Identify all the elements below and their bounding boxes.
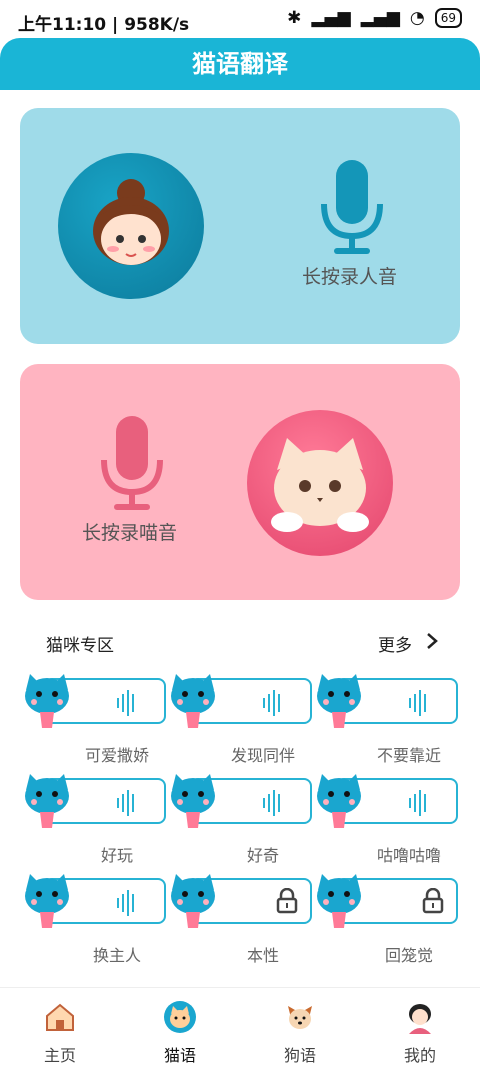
audio-wave-icon xyxy=(409,790,426,816)
cat-face-icon xyxy=(25,874,69,928)
audio-wave-icon xyxy=(263,790,280,816)
page-header: 猫语翻译 xyxy=(0,38,480,90)
more-link[interactable]: 更多 xyxy=(378,631,412,656)
audio-wave-icon xyxy=(117,790,134,816)
sound-tile[interactable]: 好奇 xyxy=(168,772,314,868)
sound-tile-locked[interactable]: 回笼觉 xyxy=(314,872,460,968)
section-title: 猫咪专区 xyxy=(46,636,114,656)
tab-label: 我的 xyxy=(403,1046,436,1065)
battery-level: 69 xyxy=(440,11,456,25)
network-speed: 958K/s xyxy=(124,15,190,35)
sound-tile[interactable]: 咕噜咕噜 xyxy=(314,772,460,868)
cat-face-icon xyxy=(317,774,361,828)
cat-avatar xyxy=(247,410,393,556)
microphone-icon[interactable] xyxy=(320,160,384,256)
wifi-icon: ◔ xyxy=(409,8,425,28)
cat-icon xyxy=(164,1001,196,1033)
record-cat-card[interactable]: 长按录喵音 xyxy=(20,364,460,600)
lock-icon xyxy=(276,888,298,914)
bluetooth-icon: ✱ xyxy=(287,8,302,28)
audio-wave-icon xyxy=(263,690,280,716)
audio-wave-icon xyxy=(117,690,134,716)
tab-label: 主页 xyxy=(43,1046,76,1065)
tab-cat[interactable]: 猫语 xyxy=(120,988,240,1068)
sound-tile[interactable]: 好玩 xyxy=(22,772,168,868)
battery-icon: 69 xyxy=(434,8,462,28)
cat-face-icon xyxy=(317,674,361,728)
dog-icon xyxy=(288,1006,312,1029)
bottom-tab-bar: 主页 猫语 狗语 我的 xyxy=(0,987,480,1068)
tab-home[interactable]: 主页 xyxy=(0,988,120,1068)
sound-label: 不要靠近 xyxy=(376,746,441,765)
cat-face-icon xyxy=(25,674,69,728)
tab-label: 猫语 xyxy=(163,1046,196,1065)
tab-label: 狗语 xyxy=(283,1046,316,1065)
home-icon xyxy=(46,1003,74,1031)
signal-icon: ▂▄▆ xyxy=(311,8,351,28)
cat-face-icon xyxy=(171,674,215,728)
sound-tile-locked[interactable]: 本性 xyxy=(168,872,314,968)
cat-face-icon xyxy=(171,874,215,928)
cat-zone-header: 猫咪专区 更多 xyxy=(0,628,480,656)
status-divider: | xyxy=(112,15,125,35)
sound-tile[interactable]: 发现同伴 xyxy=(168,672,314,768)
cat-face-icon xyxy=(171,774,215,828)
cat-face-icon xyxy=(25,774,69,828)
audio-wave-icon xyxy=(409,690,426,716)
sound-tile[interactable]: 可爱撒娇 xyxy=(22,672,168,768)
status-bar: 上午11:10 | 958K/s ✱ ▂▄▆ ▂▄▆ ◔ 69 xyxy=(0,0,480,38)
girl-face-icon xyxy=(93,179,169,265)
user-icon xyxy=(409,1004,431,1034)
microphone-icon[interactable] xyxy=(100,416,164,512)
sound-label: 咕噜咕噜 xyxy=(376,846,441,865)
audio-wave-icon xyxy=(117,890,134,916)
record-human-card[interactable]: 长按录人音 xyxy=(20,108,460,344)
record-cat-label: 长按录喵音 xyxy=(82,522,178,544)
signal-icon-2: ▂▄▆ xyxy=(360,8,400,28)
tab-dog[interactable]: 狗语 xyxy=(240,988,360,1068)
page-title: 猫语翻译 xyxy=(192,50,288,78)
chevron-right-icon[interactable] xyxy=(426,632,438,650)
lock-icon xyxy=(422,888,444,914)
status-time: 上午11:10 | 958K/s xyxy=(18,10,189,35)
status-icons: ✱ ▂▄▆ ▂▄▆ ◔ 69 xyxy=(287,8,462,28)
tab-mine[interactable]: 我的 xyxy=(360,988,480,1068)
cat-face-icon xyxy=(317,874,361,928)
sound-tile[interactable]: 不要靠近 xyxy=(314,672,460,768)
girl-avatar xyxy=(58,153,204,299)
sound-tile[interactable]: 换主人 xyxy=(22,872,168,968)
record-human-label: 长按录人音 xyxy=(302,266,398,288)
sound-label: 回笼觉 xyxy=(384,946,433,965)
cat-face-icon xyxy=(271,438,369,532)
clock-text: 上午11:10 xyxy=(18,15,107,35)
